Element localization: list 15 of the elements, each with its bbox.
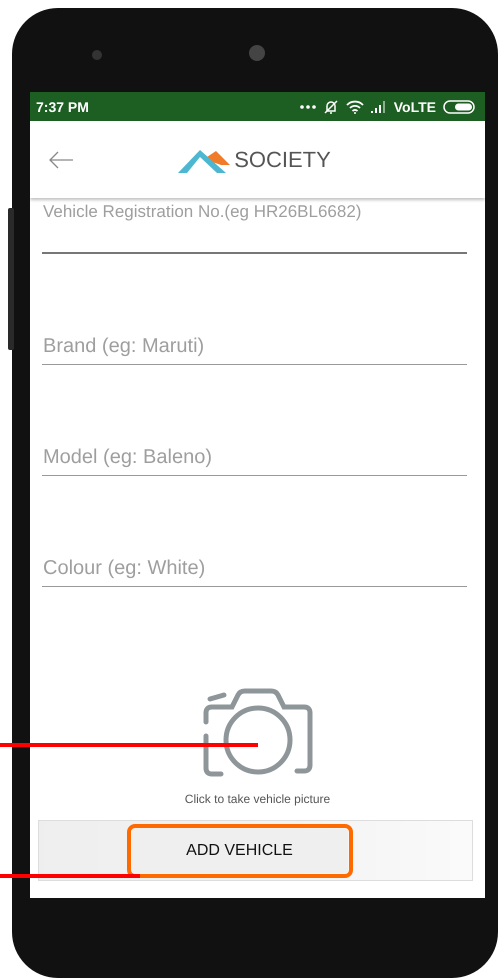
battery-icon: [443, 100, 475, 114]
status-time: 7:37 PM: [36, 98, 90, 114]
back-arrow-icon: [48, 150, 74, 170]
text-field[interactable]: Brand (eg: Maruti): [42, 335, 467, 365]
more-icon: [300, 104, 316, 108]
text-field[interactable]: Model (eg: Baleno): [42, 446, 467, 476]
text-field[interactable]: Colour (eg: White): [42, 557, 467, 587]
signal-icon: [370, 100, 387, 112]
wifi-icon: [346, 100, 364, 114]
text-field[interactable]: Vehicle Registration No.(eg HR26BL6682): [42, 202, 467, 254]
muted-bell-icon: [322, 98, 339, 114]
network-label: VoLTE: [394, 98, 436, 114]
add-vehicle-button[interactable]: ADD VEHICLE: [132, 828, 348, 872]
camera-caption: Click to take vehicle picture: [184, 792, 330, 806]
logo-text: SOCIETY: [234, 146, 331, 172]
